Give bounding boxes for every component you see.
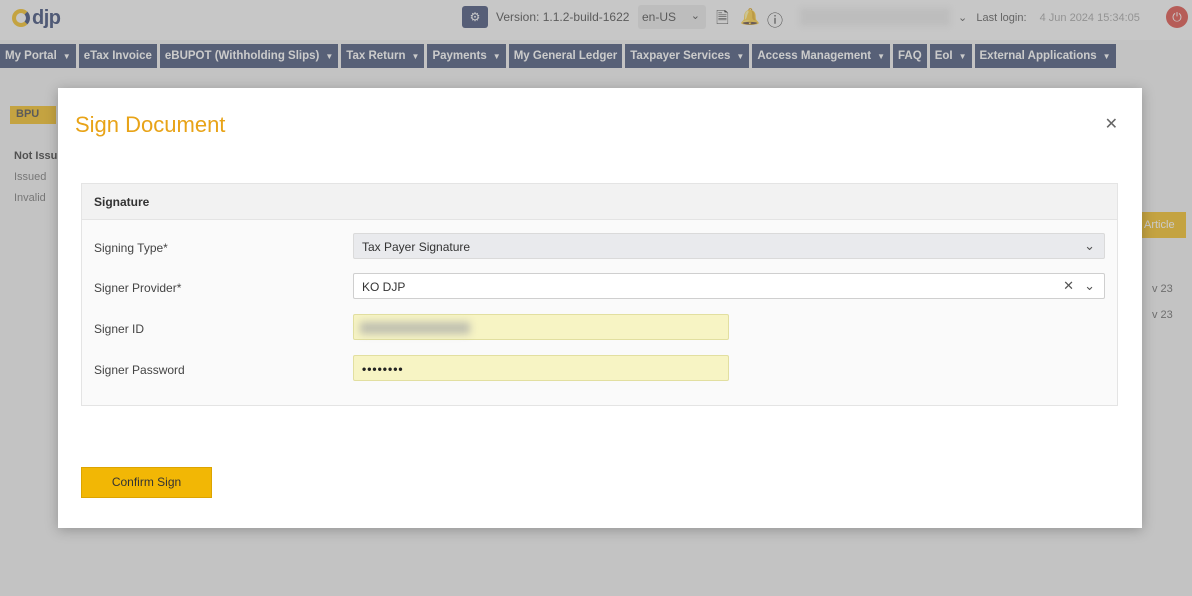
section-title: Signature xyxy=(82,184,1117,220)
signer-provider-label: Signer Provider* xyxy=(94,281,182,295)
chevron-down-icon: ⌄ xyxy=(1084,278,1095,293)
signer-provider-select[interactable]: KO DJP ✕ ⌄ xyxy=(353,273,1105,299)
signer-password-input[interactable]: •••••••• xyxy=(353,355,729,381)
sign-document-dialog: Sign Document ✕ Signature Signing Type* … xyxy=(58,88,1142,528)
signer-password-value: •••••••• xyxy=(362,362,404,376)
signer-id-label: Signer ID xyxy=(94,322,145,336)
confirm-sign-button[interactable]: Confirm Sign xyxy=(81,467,212,498)
signing-type-select[interactable]: Tax Payer Signature ⌄ xyxy=(353,233,1105,259)
signer-id-input[interactable] xyxy=(353,314,729,340)
signer-provider-value: KO DJP xyxy=(362,280,406,294)
clear-icon[interactable]: ✕ xyxy=(1063,278,1074,294)
signature-section: Signature Signing Type* Tax Payer Signat… xyxy=(81,183,1118,406)
close-icon[interactable]: ✕ xyxy=(1105,114,1118,134)
signing-type-label: Signing Type* xyxy=(94,241,168,255)
signer-password-label: Signer Password xyxy=(94,363,185,377)
dialog-title: Sign Document xyxy=(75,112,226,137)
signing-type-value: Tax Payer Signature xyxy=(362,240,471,254)
signer-id-redacted xyxy=(360,322,470,334)
chevron-down-icon: ⌄ xyxy=(1084,238,1095,253)
